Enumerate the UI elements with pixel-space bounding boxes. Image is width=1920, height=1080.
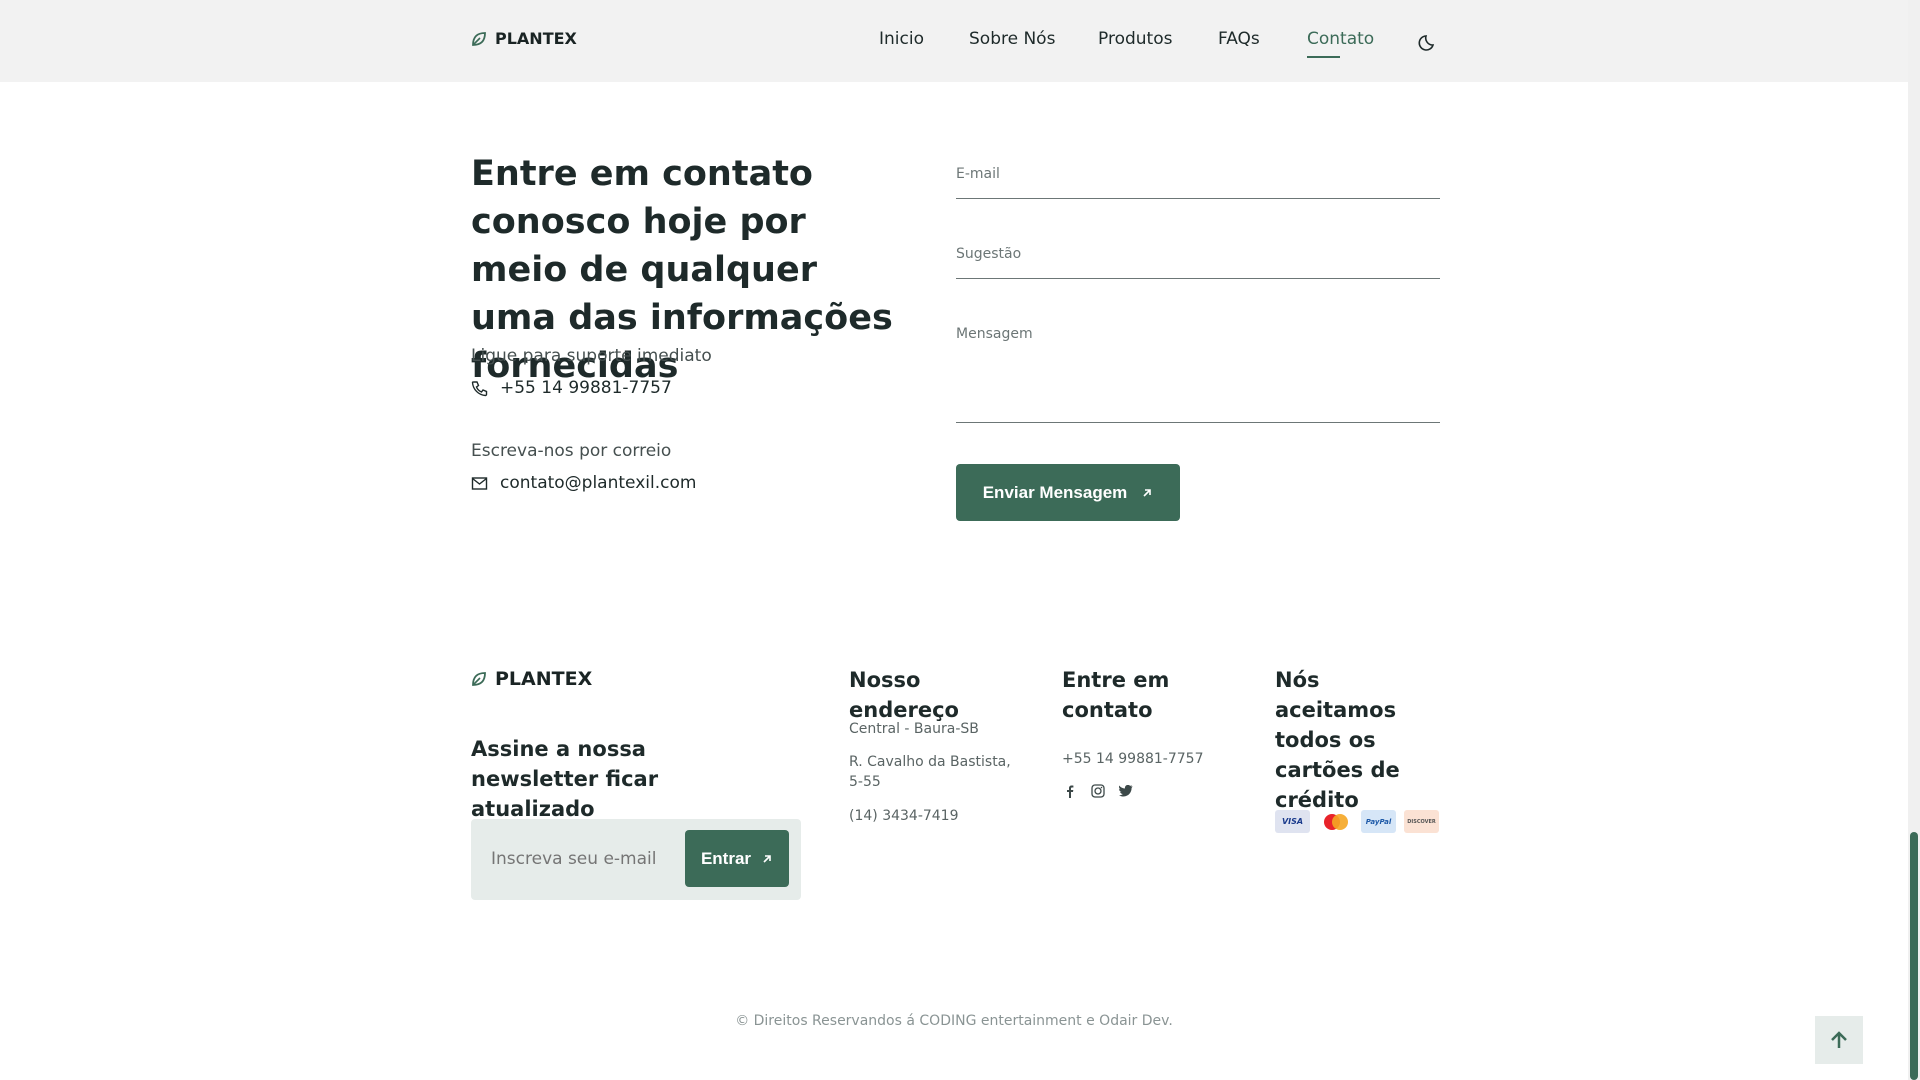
- email-address: contato@plantexil.com: [500, 473, 697, 493]
- mastercard-icon: [1318, 810, 1353, 833]
- discover-card-icon: DISCOVER: [1404, 810, 1439, 833]
- cards-title: Nós aceitamos todos os cartões de crédit…: [1275, 668, 1400, 812]
- paypal-card-icon: PayPal: [1361, 810, 1396, 833]
- phone-line[interactable]: +55 14 99881-7757: [471, 378, 672, 398]
- newsletter-email-input[interactable]: [491, 849, 661, 869]
- footer-phone: +55 14 99881-7757: [1062, 751, 1204, 767]
- mail-icon: [471, 476, 488, 490]
- newsletter-title: Assine a nossa newsletter ficar atualiza…: [471, 737, 659, 821]
- newsletter-submit-label: Entrar: [700, 848, 752, 868]
- send-message-label: Enviar Mensagem: [982, 482, 1128, 502]
- newsletter-submit-button[interactable]: Entrar: [685, 830, 789, 887]
- facebook-icon[interactable]: [1062, 783, 1078, 799]
- site-header: PLANTEX Inicio Sobre Nós Produtos FAQs C…: [0, 0, 1908, 82]
- address-title: Nosso endereço: [849, 668, 959, 722]
- phone-label: Ligue para suporte imediato: [471, 346, 712, 366]
- nav-item-sobre-nos[interactable]: Sobre Nós: [969, 29, 1055, 49]
- address-line: Central - Baura-SB: [849, 721, 979, 737]
- leaf-icon: [472, 31, 486, 46]
- arrow-up-right-icon: [1143, 488, 1152, 497]
- subject-field-placeholder: Sugestão: [956, 246, 1022, 262]
- send-message-button[interactable]: Enviar Mensagem: [956, 464, 1180, 521]
- instagram-icon[interactable]: [1090, 783, 1106, 799]
- address-line: R. Cavalho da Bastista, 5-55: [849, 754, 1011, 790]
- visa-card-icon: VISA: [1275, 810, 1310, 833]
- moon-icon[interactable]: [1418, 29, 1440, 51]
- newsletter-form: Entrar: [471, 819, 801, 900]
- nav-item-produtos[interactable]: Produtos: [1098, 29, 1172, 49]
- phone-icon: [471, 380, 488, 396]
- leaf-icon: [472, 672, 486, 686]
- phone-number: +55 14 99881-7757: [500, 378, 672, 398]
- brand-name: PLANTEX: [495, 29, 577, 48]
- message-field-placeholder: Mensagem: [956, 326, 1033, 342]
- nav-item-contato[interactable]: Contato: [1307, 29, 1374, 49]
- subject-field[interactable]: Sugestão: [956, 240, 1440, 279]
- scroll-to-top-button[interactable]: [1815, 1016, 1863, 1064]
- footer-brand-logo[interactable]: PLANTEX: [471, 668, 592, 690]
- email-label: Escreva-nos por correio: [471, 441, 672, 461]
- mastercard-logo-icon: [1323, 813, 1348, 830]
- email-field[interactable]: E-mail: [956, 160, 1440, 199]
- arrow-up-right-icon: [763, 854, 771, 863]
- nav-item-inicio[interactable]: Inicio: [879, 29, 924, 49]
- arrow-up-icon: [1831, 1031, 1847, 1048]
- social-links: [1062, 783, 1134, 799]
- active-nav-underline: [1307, 56, 1340, 58]
- payment-cards: VISA PayPal DISCOVER: [1275, 810, 1439, 833]
- email-line[interactable]: contato@plantexil.com: [471, 473, 696, 493]
- email-field-placeholder: E-mail: [956, 166, 1000, 182]
- twitter-icon[interactable]: [1118, 783, 1134, 799]
- address-phone: (14) 3434-7419: [849, 808, 959, 824]
- contact-title-footer: Entre em contato: [1062, 668, 1170, 722]
- footer-brand-name: PLANTEX: [495, 668, 593, 690]
- scrollbar-thumb[interactable]: [1910, 832, 1918, 1080]
- nav-item-faqs[interactable]: FAQs: [1218, 29, 1260, 49]
- brand-logo[interactable]: PLANTEX: [471, 29, 577, 48]
- copyright: © Direitos Reservandos á CODING entertai…: [735, 1013, 1173, 1029]
- message-field[interactable]: Mensagem: [956, 320, 1440, 423]
